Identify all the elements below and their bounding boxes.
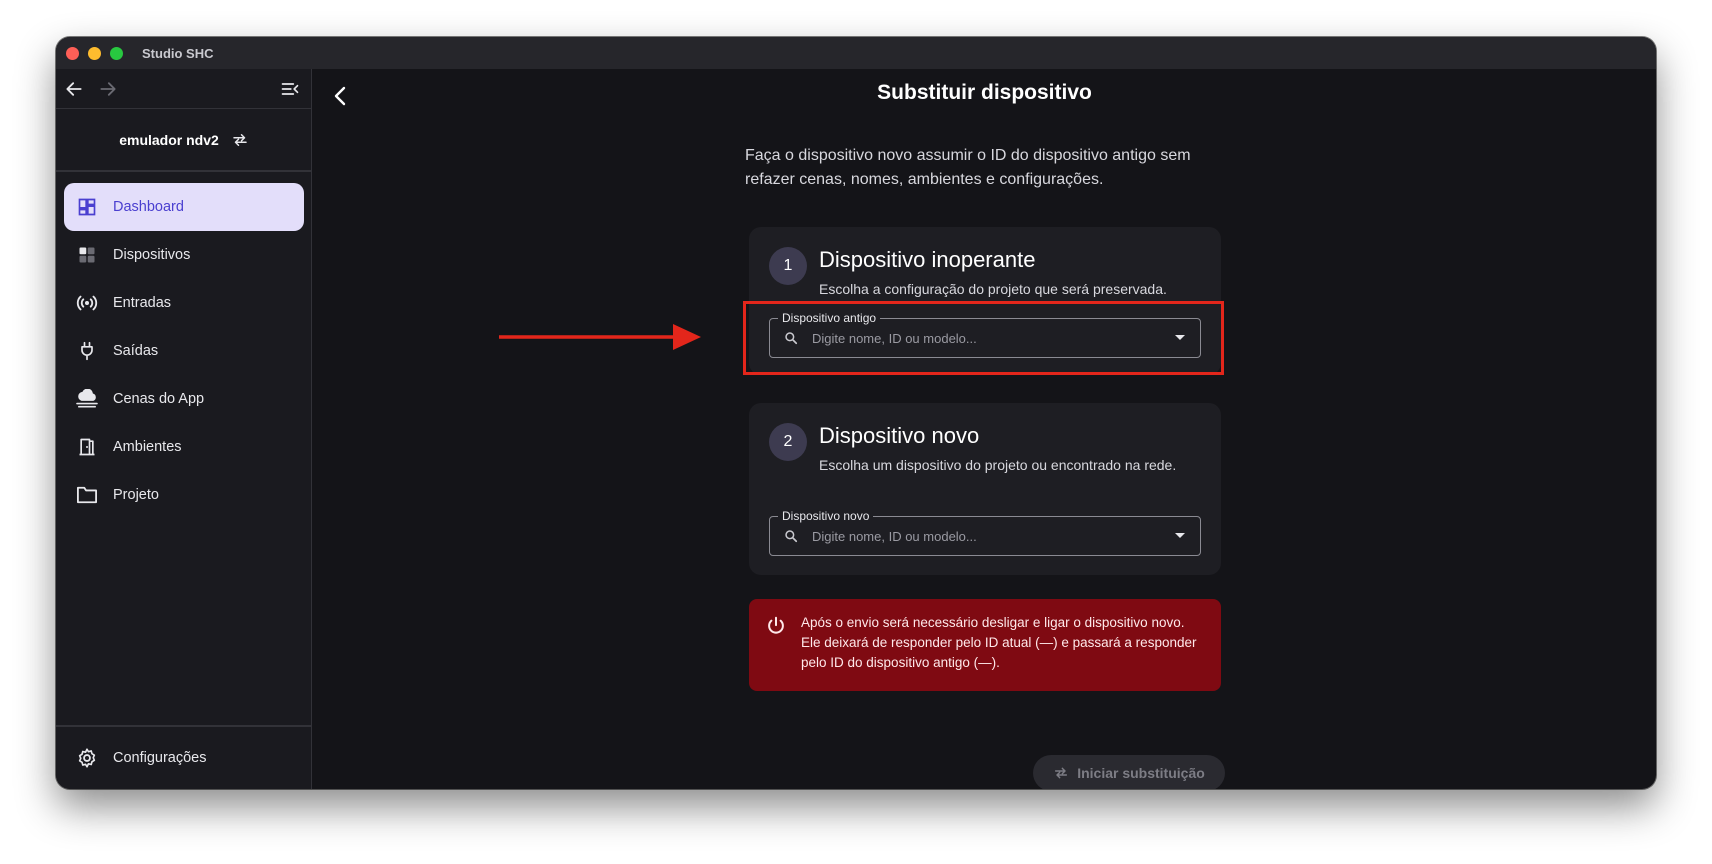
devices-grid-icon: [75, 243, 99, 267]
plug-icon: [75, 339, 99, 363]
new-device-select[interactable]: Dispositivo novo: [769, 508, 1201, 556]
window-title: Studio SHC: [142, 45, 214, 61]
dashboard-icon: [75, 195, 99, 219]
sidebar-item-projeto[interactable]: Projeto: [64, 471, 304, 519]
sidebar-item-dashboard[interactable]: Dashboard: [64, 183, 304, 231]
forward-arrow-icon[interactable]: [98, 79, 118, 99]
sidebar-item-label: Dashboard: [113, 199, 184, 215]
sidebar-item-ambientes[interactable]: Ambientes: [64, 423, 304, 471]
annotation-highlight-box: [743, 301, 1224, 375]
field-label: Dispositivo novo: [778, 508, 874, 524]
step-subtitle: Escolha um dispositivo do projeto ou enc…: [819, 457, 1177, 473]
sidebar-item-saidas[interactable]: Saídas: [64, 327, 304, 375]
step-subtitle: Escolha a configuração do projeto que se…: [819, 281, 1167, 297]
sidebar-item-dispositivos[interactable]: Dispositivos: [64, 231, 304, 279]
history-nav: [56, 69, 312, 109]
back-arrow-icon[interactable]: [64, 79, 84, 99]
project-switcher[interactable]: emulador ndv2: [56, 110, 312, 172]
chevron-down-icon[interactable]: [1175, 533, 1185, 538]
broadcast-icon: [75, 291, 99, 315]
sidebar-item-cenas-do-app[interactable]: Cenas do App: [64, 375, 304, 423]
cloud-icon: [75, 387, 99, 411]
sidebar-item-label: Cenas do App: [113, 391, 205, 407]
start-replacement-button[interactable]: Iniciar substituição: [1033, 755, 1225, 789]
restart-warning: Após o envio será necessário desligar e …: [749, 599, 1221, 691]
door-icon: [75, 435, 99, 459]
page-title: Substituir dispositivo: [877, 81, 1092, 104]
annotation-arrow-icon: [499, 324, 701, 350]
settings-label: Configurações: [113, 750, 207, 766]
search-icon: [785, 530, 798, 543]
main-content: Substituir dispositivo Faça o dispositiv…: [313, 69, 1656, 789]
sidebar-nav: Dashboard Dispositivos Entradas Saídas C…: [64, 183, 304, 519]
close-window-button[interactable]: [66, 46, 79, 60]
sidebar-item-label: Ambientes: [113, 439, 182, 455]
step2-card: 2 Dispositivo novo Escolha um dispositiv…: [749, 403, 1221, 575]
sidebar-item-label: Saídas: [113, 343, 159, 359]
app-window: Studio SHC emulador ndv2 Dashboard Dispo…: [56, 37, 1656, 789]
intro-text: Faça o dispositivo novo assumir o ID do …: [745, 147, 1191, 188]
sidebar-item-label: Dispositivos: [113, 247, 191, 263]
sidebar-item-configuracoes[interactable]: Configurações: [56, 725, 312, 789]
title-bar: Studio SHC: [56, 37, 1656, 69]
new-device-input[interactable]: [812, 526, 1162, 546]
swap-icon: [233, 134, 247, 146]
sidebar-item-label: Entradas: [113, 295, 172, 311]
step-number: 2: [769, 423, 807, 461]
collapse-menu-icon[interactable]: [280, 79, 300, 99]
warning-text: Após o envio será necessário desligar e …: [801, 615, 1197, 670]
project-name: emulador ndv2: [119, 132, 219, 148]
sidebar-item-label: Projeto: [113, 487, 159, 503]
gear-icon: [75, 746, 99, 770]
step-title: Dispositivo novo: [819, 423, 980, 448]
zoom-window-button[interactable]: [110, 46, 123, 60]
minimize-window-button[interactable]: [88, 46, 101, 60]
sidebar: emulador ndv2 Dashboard Dispositivos Ent…: [56, 69, 312, 789]
step-title: Dispositivo inoperante: [819, 247, 1036, 272]
folder-icon: [75, 483, 99, 507]
sidebar-item-entradas[interactable]: Entradas: [64, 279, 304, 327]
power-icon: [768, 616, 784, 634]
step-number: 1: [769, 247, 807, 285]
swap-icon: [1055, 767, 1068, 779]
window-controls: [66, 46, 123, 60]
start-button-label: Iniciar substituição: [1077, 765, 1205, 781]
